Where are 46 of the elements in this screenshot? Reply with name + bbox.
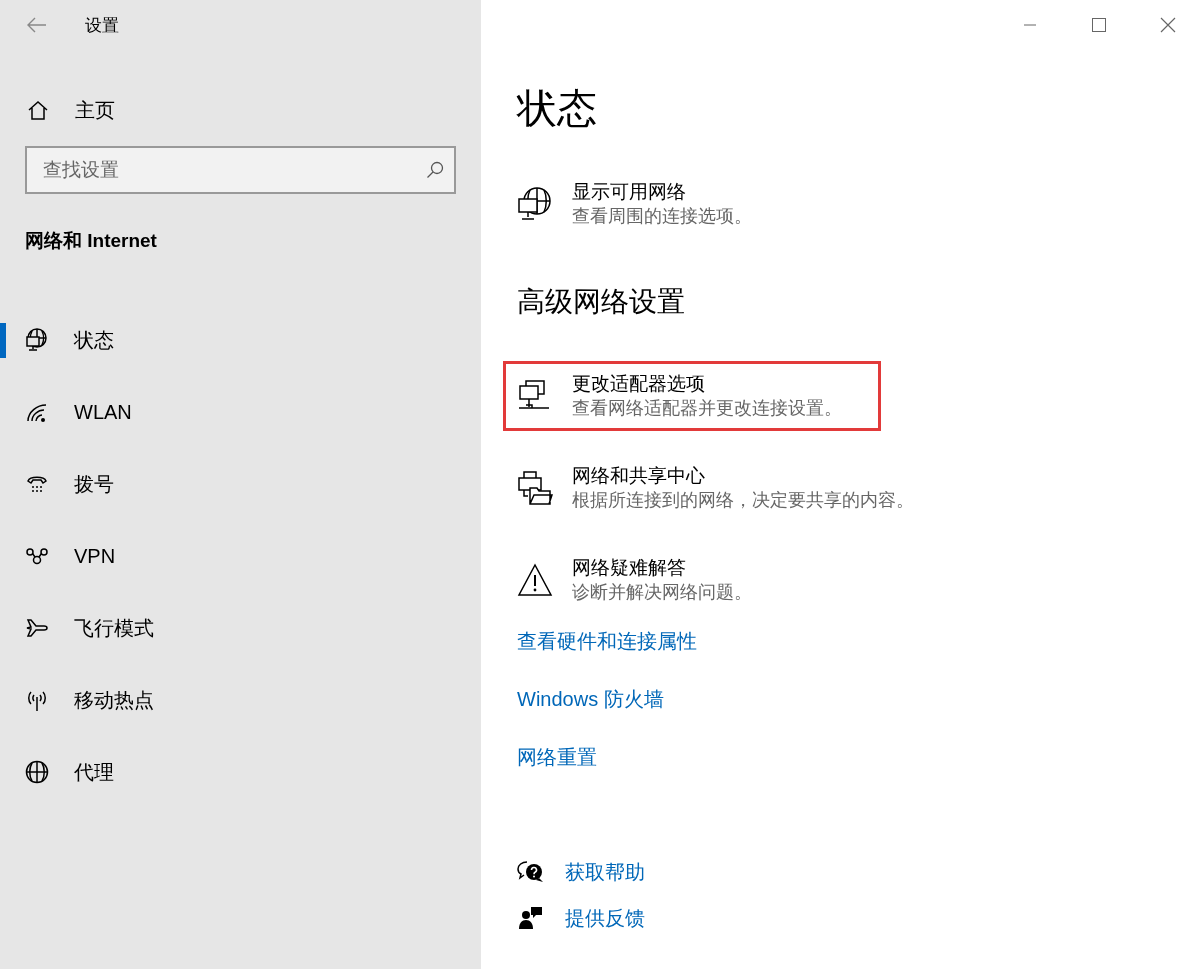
globe-monitor-icon bbox=[517, 186, 553, 222]
option-description: 查看周围的连接选项。 bbox=[572, 205, 752, 228]
wifi-icon bbox=[26, 401, 48, 423]
option-title: 更改适配器选项 bbox=[572, 372, 706, 396]
sidebar-nav-item[interactable]: VPN bbox=[0, 520, 481, 592]
highlighted-settings-option[interactable]: 更改适配器选项 查看网络适配器并更改连接设置。 bbox=[503, 361, 881, 431]
option-description: 根据所连接到的网络，决定要共享的内容。 bbox=[572, 489, 914, 512]
settings-option[interactable]: 显示可用网络 查看周围的连接选项。 bbox=[503, 169, 791, 239]
help-chat-icon bbox=[517, 860, 545, 884]
airplane-icon bbox=[25, 617, 49, 639]
close-icon[interactable] bbox=[1159, 17, 1176, 33]
settings-link[interactable]: 网络重置 bbox=[517, 744, 1202, 770]
sidebar-nav-item[interactable]: 代理 bbox=[0, 736, 481, 808]
settings-option[interactable]: 网络疑难解答 诊断并解决网络问题。 bbox=[503, 545, 791, 615]
home-icon bbox=[27, 100, 49, 120]
section-heading: 高级网络设置 bbox=[517, 285, 685, 319]
sidebar-nav-item[interactable]: 拨号 bbox=[0, 448, 481, 520]
search-field[interactable]: 查找设置 bbox=[25, 146, 456, 194]
sidebar-nav-item[interactable]: 飞行模式 bbox=[0, 592, 481, 664]
feedback-person-icon bbox=[518, 906, 544, 930]
maximize-icon[interactable] bbox=[1091, 18, 1106, 32]
globe-icon bbox=[25, 760, 49, 784]
home-nav-item[interactable]: 主页 bbox=[27, 86, 481, 134]
help-link[interactable]: 提供反馈 bbox=[565, 905, 645, 931]
globe-monitor-icon bbox=[25, 328, 49, 352]
settings-link[interactable]: 查看硬件和连接属性 bbox=[517, 628, 1202, 654]
settings-link[interactable]: Windows 防火墙 bbox=[517, 686, 1202, 712]
option-title: 网络和共享中心 bbox=[572, 464, 706, 488]
option-description: 查看网络适配器并更改连接设置。 bbox=[572, 397, 842, 420]
search-icon bbox=[426, 161, 444, 179]
window-title: 设置 bbox=[85, 14, 119, 37]
vpn-icon bbox=[25, 547, 49, 565]
sidebar-nav-item[interactable]: WLAN bbox=[0, 376, 481, 448]
section-heading: 网络和 Internet bbox=[25, 229, 158, 253]
page-title: 状态 bbox=[517, 85, 597, 132]
option-title: 显示可用网络 bbox=[572, 180, 687, 204]
hotspot-icon bbox=[25, 688, 49, 712]
settings-option[interactable]: 网络和共享中心 根据所连接到的网络，决定要共享的内容。 bbox=[503, 453, 953, 523]
sidebar-nav-item[interactable]: 状态 bbox=[0, 304, 481, 376]
sidebar-nav-item[interactable]: 移动热点 bbox=[0, 664, 481, 736]
option-description: 诊断并解决网络问题。 bbox=[572, 581, 752, 604]
option-title: 网络疑难解答 bbox=[572, 556, 687, 580]
warning-icon bbox=[517, 562, 553, 598]
back-arrow-icon[interactable] bbox=[27, 17, 47, 33]
printer-folder-icon bbox=[517, 470, 553, 506]
help-link[interactable]: 获取帮助 bbox=[565, 859, 645, 885]
